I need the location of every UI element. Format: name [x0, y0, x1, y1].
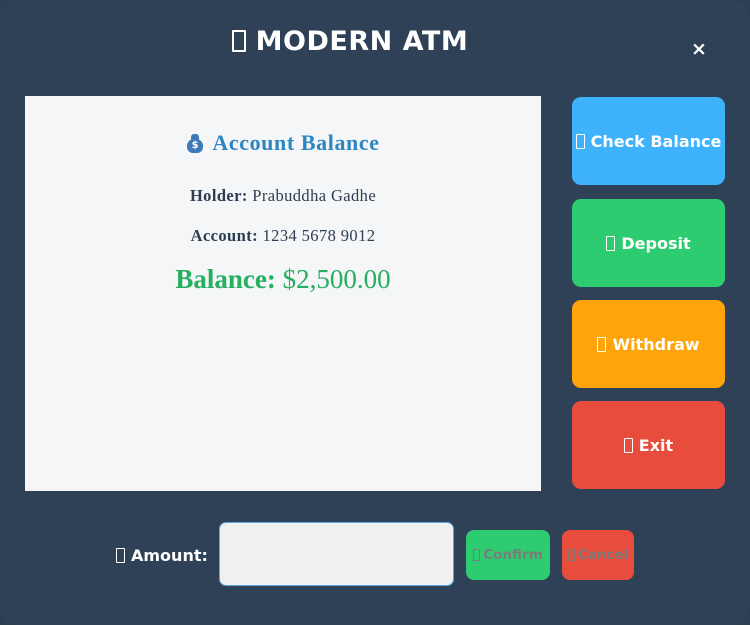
balance-line: Balance: $2,500.00 — [25, 264, 541, 295]
deposit-glyph-icon — [606, 235, 616, 251]
amount-input[interactable] — [219, 522, 454, 586]
exit-button[interactable]: Exit — [572, 401, 725, 489]
balance-label: Balance: — [175, 264, 276, 294]
withdraw-glyph-icon — [597, 336, 607, 352]
balance-panel: $ Account Balance Holder: Prabuddha Gadh… — [25, 96, 541, 491]
exit-label: Exit — [638, 435, 674, 455]
money-bag-icon: $ — [186, 133, 204, 153]
confirm-button[interactable]: Confirm — [466, 530, 550, 580]
withdraw-label: Withdraw — [612, 334, 700, 354]
window-title-text: MODERN ATM — [255, 26, 469, 57]
confirm-label: Confirm — [483, 547, 543, 563]
amount-label: Amount: — [116, 546, 208, 565]
withdraw-button[interactable]: Withdraw — [572, 300, 725, 388]
account-label: Account: — [190, 226, 258, 245]
holder-line: Holder: Prabuddha Gadhe — [25, 186, 541, 206]
holder-label: Holder: — [189, 186, 248, 205]
cancel-glyph-icon — [567, 549, 575, 561]
amount-label-text: Amount: — [131, 546, 208, 565]
atm-window: MODERN ATM × $ Account Balance Holder: P… — [0, 0, 750, 625]
corner-mark — [0, 0, 5, 9]
cancel-button[interactable]: Cancel — [562, 530, 634, 580]
close-button[interactable]: × — [690, 38, 708, 60]
panel-heading: $ Account Balance — [25, 130, 541, 156]
check-balance-label: Check Balance — [590, 131, 722, 151]
account-line: Account: 1234 5678 9012 — [25, 226, 541, 246]
account-value: 1234 5678 9012 — [262, 226, 376, 245]
balance-value: $2,500.00 — [282, 264, 391, 294]
check-balance-button[interactable]: Check Balance — [572, 97, 725, 185]
amount-glyph-icon — [116, 548, 125, 563]
deposit-button[interactable]: Deposit — [572, 199, 725, 287]
cancel-label: Cancel — [577, 547, 629, 563]
holder-value: Prabuddha Gadhe — [252, 186, 377, 205]
panel-heading-text: Account Balance — [212, 130, 380, 155]
title-glyph-icon — [231, 30, 246, 52]
window-title: MODERN ATM — [0, 26, 700, 57]
confirm-glyph-icon — [473, 549, 481, 561]
deposit-label: Deposit — [621, 233, 691, 253]
check-balance-glyph-icon — [575, 133, 585, 149]
exit-glyph-icon — [623, 437, 633, 453]
